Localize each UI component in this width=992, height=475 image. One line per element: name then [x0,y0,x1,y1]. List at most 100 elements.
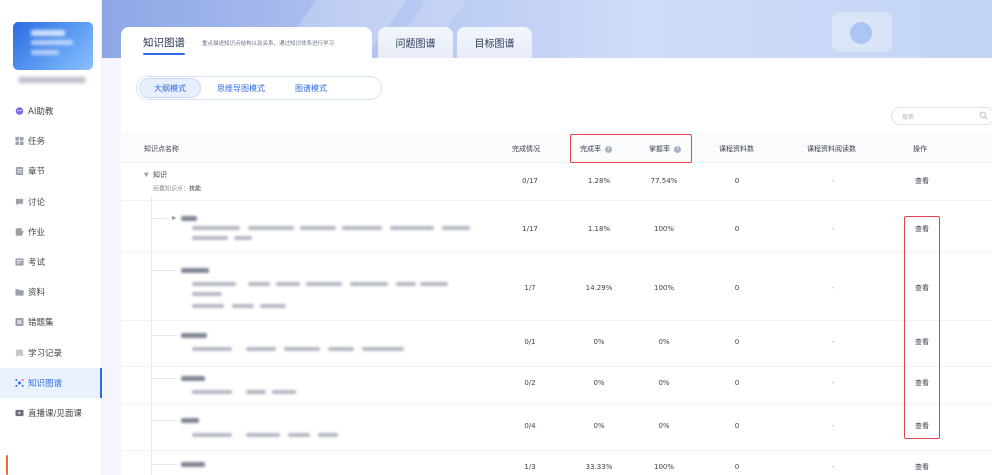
knowledge-point-detail-blurred [192,304,224,308]
view-button[interactable]: 查看 [915,176,929,186]
mastery-rate-cell: 0% [658,379,670,387]
col-header-materials-read: 课程资料阅读数 [807,145,856,153]
col-header-name: 知识点名称 [144,145,179,153]
knowledge-point-detail-blurred [284,347,320,351]
knowledge-point-name: 知识 [153,171,167,179]
view-button[interactable]: 查看 [915,421,929,431]
view-mode-switch: 大纲模式 思维导图模式 图谱模式 [136,76,382,100]
mode-outline-button[interactable]: 大纲模式 [139,78,201,98]
sidebar-item-label: 考试 [28,258,46,269]
mastery-rate-cell: 77.54% [650,177,678,185]
materials-icon [15,289,24,296]
cover-text-blurred [31,40,73,45]
knowledge-point-detail-blurred [192,236,228,240]
knowledge-point-name-blurred [181,333,207,338]
sidebar-nav: AI助教 任务 章节 讨论 作业 考试 资料 错题集 学习记录 知识图谱 直播课… [0,96,102,428]
search-icon[interactable] [979,111,988,120]
sidebar-item-chapters[interactable]: 章节 [0,156,102,186]
knowledge-point-detail-blurred [272,390,296,394]
materials-read-cell: - [831,338,835,346]
sidebar-item-live-class[interactable]: 直播课/见面课 [0,398,102,428]
completion-cell: 0/2 [524,379,536,387]
knowledge-point-detail-blurred [248,226,294,230]
mastery-rate-cell: 100% [653,284,675,292]
knowledge-point-detail-blurred [306,282,342,286]
col-header-completion-rate-label: 完成率 [580,145,601,153]
sidebar-item-ai-assistant[interactable]: AI助教 [0,96,102,126]
knowledge-point-detail-blurred [276,282,300,286]
tree-connector [151,335,177,336]
view-button[interactable]: 查看 [915,462,929,472]
course-cover-image[interactable] [13,22,93,70]
completion-cell: 1/3 [524,463,536,471]
knowledge-point-detail-blurred [420,282,448,286]
expand-caret-icon[interactable]: ▶ [172,215,177,222]
sidebar-accent-bar [6,455,8,475]
prerequisite-label: 后置知识点：技能 [153,184,201,193]
knowledge-point-detail-blurred [192,347,232,351]
tab-question-graph[interactable]: 问题图谱 [378,27,453,58]
tree-connector [151,218,171,219]
mode-graph-button[interactable]: 图谱模式 [281,78,341,98]
knowledge-point-detail-blurred [192,292,222,296]
sidebar-item-study-record[interactable]: 学习记录 [0,338,102,368]
collapse-caret-icon[interactable]: ▼ [144,172,149,179]
prerequisite-value: 技能 [189,185,202,193]
course-materials-cell: 0 [734,463,740,471]
sidebar-item-label: 错题集 [28,318,54,329]
knowledge-point-detail-blurred [232,304,254,308]
knowledge-point-detail-blurred [192,433,232,437]
completion-cell: 0/1 [524,338,536,346]
materials-read-cell: - [831,177,835,185]
table-header [122,132,992,163]
completion-rate-cell: 33.33% [585,463,613,471]
sidebar-item-discussion[interactable]: 讨论 [0,187,102,217]
completion-rate-cell: 14.29% [585,284,613,292]
row-divider [122,404,992,405]
knowledge-point-name-blurred [181,216,197,221]
col-header-action: 操作 [913,145,927,153]
tab-knowledge-graph[interactable]: 知识图谱 重点描述知识点结构以及关系，通过知识体系进行学习 [121,27,372,58]
knowledge-point-detail-blurred [328,347,354,351]
view-button[interactable]: 查看 [915,224,929,234]
sidebar-item-wrong-questions[interactable]: 错题集 [0,307,102,337]
sidebar-item-homework[interactable]: 作业 [0,217,102,247]
discussion-icon [15,198,24,206]
knowledge-point-detail-blurred [192,282,236,286]
tab-goal-graph[interactable]: 目标图谱 [457,27,532,58]
view-button[interactable]: 查看 [915,283,929,293]
tab-goal-graph-label: 目标图谱 [474,39,515,50]
knowledge-point-detail-blurred [390,226,434,230]
tree-connector [151,378,177,379]
search-placeholder: 搜索 [902,113,915,121]
sidebar-item-tasks[interactable]: 任务 [0,126,102,156]
sidebar-item-label: 讨论 [28,197,46,208]
view-button[interactable]: 查看 [915,337,929,347]
row-divider [122,252,992,253]
materials-read-cell: - [831,463,835,471]
task-icon [15,137,24,146]
wrong-questions-icon [15,318,24,327]
mastery-rate-cell: 0% [658,338,670,346]
completion-cell: 0/17 [522,177,538,185]
completion-rate-cell: 0% [593,422,605,430]
sidebar-item-materials[interactable]: 资料 [0,277,102,307]
sidebar-item-knowledge-graph[interactable]: 知识图谱 [0,367,102,399]
exam-icon [15,258,24,266]
view-button[interactable]: 查看 [915,378,929,388]
ai-assistant-icon [15,107,24,115]
knowledge-point-detail-blurred [192,226,240,230]
info-icon[interactable]: i [674,145,681,153]
info-icon[interactable]: i [605,145,612,153]
search-input[interactable]: 搜索 [891,107,992,125]
completion-rate-cell: 1.18% [587,225,611,233]
completion-rate-cell: 0% [593,338,605,346]
sidebar-item-exam[interactable]: 考试 [0,247,102,277]
sidebar-item-label: 作业 [28,227,46,238]
mode-mindmap-button[interactable]: 思维导图模式 [203,78,279,98]
knowledge-point-detail-blurred [234,236,252,240]
tab-knowledge-graph-label: 知识图谱 [143,37,185,55]
mastery-rate-cell: 100% [653,225,675,233]
sidebar-item-label: 资料 [28,288,46,299]
knowledge-point-detail-blurred [396,282,416,286]
